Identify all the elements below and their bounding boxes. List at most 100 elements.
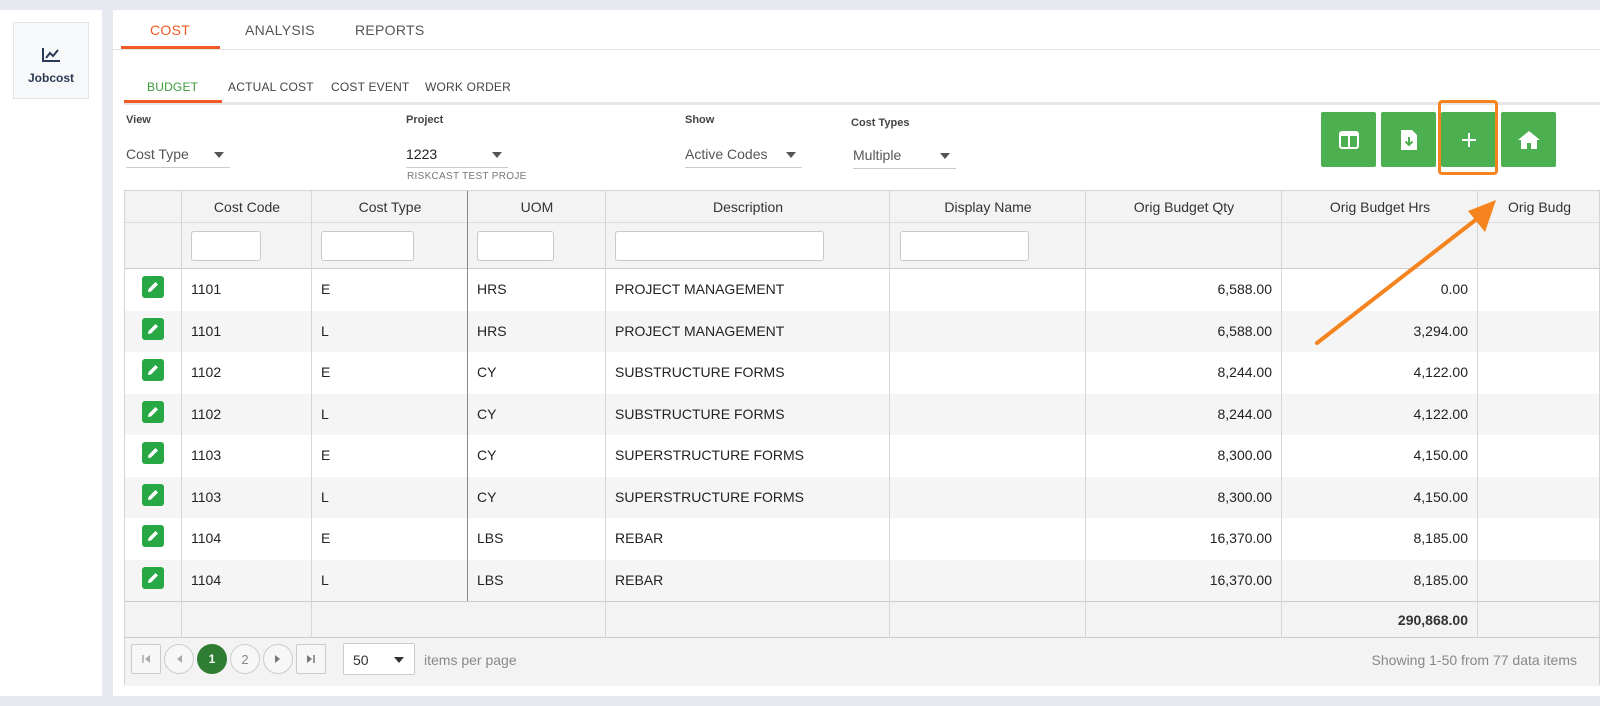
show-value: Active Codes [685, 146, 768, 162]
edit-row-button[interactable] [142, 566, 164, 589]
cost-type-cell: E [321, 364, 331, 380]
orig-budget-qty-cell: 16,370.00 [1209, 530, 1272, 546]
col-divider [1085, 191, 1086, 638]
pencil-icon [148, 531, 158, 541]
cost-code-cell: 1101 [191, 322, 222, 339]
pencil-icon [148, 406, 158, 417]
col-display-name[interactable]: Display Name [890, 191, 1086, 223]
orig-budget-qty-cell: 8,300.00 [1217, 488, 1273, 505]
home-button[interactable] [1501, 112, 1556, 167]
cost-code-cell: 1104 [191, 530, 222, 546]
col-cost-code[interactable]: Cost Code [182, 191, 312, 223]
top-tabs: COST ANALYSIS REPORTS [113, 10, 1600, 50]
cost-type-cell: L [321, 322, 329, 339]
col-orig-budget-qty[interactable]: Orig Budget Qty [1086, 191, 1282, 223]
edit-row-button[interactable] [142, 483, 164, 506]
description-cell: REBAR [615, 530, 664, 546]
pencil-icon [148, 323, 158, 334]
cost-code-cell: 1104 [191, 571, 222, 588]
pencil-icon [148, 448, 158, 458]
col-divider [311, 191, 312, 638]
display-name-cell [900, 311, 1080, 352]
display-name-cell [900, 394, 1080, 435]
last-page-button[interactable] [296, 644, 326, 674]
col-cost-type[interactable]: Cost Type [312, 191, 468, 223]
cost-code-cell: 1102 [191, 405, 222, 422]
project-dropdown[interactable]: 1223 [406, 138, 508, 168]
page-size-select[interactable]: 50 [343, 643, 415, 675]
col-description[interactable]: Description [606, 191, 890, 223]
table-row: 1101 L HRS PROJECT MANAGEMENT 6,588.00 3,294.… [125, 310, 1599, 352]
show-dropdown[interactable]: Active Codes [685, 138, 802, 168]
display-name-filter-input[interactable] [900, 231, 1029, 261]
chevron-down-icon [492, 152, 502, 158]
table-row: 1102 E CY SUBSTRUCTURE FORMS 8,244.00 4,122.0… [125, 352, 1599, 393]
cost-types-value: Multiple [853, 147, 902, 163]
orig-budget-hrs-cell: 3,294.00 [1413, 322, 1469, 339]
uom-cell: HRS [477, 281, 507, 297]
col-uom[interactable]: UOM [468, 191, 606, 223]
edit-row-button[interactable] [142, 317, 164, 340]
col-divider [181, 191, 182, 638]
subtab-actual-cost[interactable]: ACTUAL COST [228, 80, 314, 94]
edit-row-button[interactable] [142, 276, 164, 298]
description-cell: PROJECT MANAGEMENT [615, 281, 785, 297]
edit-row-button[interactable] [142, 525, 164, 547]
items-per-page-label: items per page [424, 652, 517, 668]
subtab-work-order[interactable]: WORK ORDER [425, 80, 511, 94]
project-label: Project [406, 114, 444, 126]
sidebar-item-label: Jobcost [27, 71, 74, 85]
next-page-icon [275, 655, 280, 663]
orig-budget-qty-cell: 8,244.00 [1217, 405, 1273, 422]
cost-type-cell: E [321, 530, 331, 546]
tab-analysis[interactable]: ANALYSIS [245, 22, 315, 38]
export-button[interactable] [1381, 112, 1436, 167]
prev-page-button[interactable] [164, 644, 194, 674]
col-orig-budget-hrs[interactable]: Orig Budget Hrs [1282, 191, 1478, 223]
sidebar-item-jobcost[interactable]: Jobcost [13, 22, 89, 99]
next-page-button[interactable] [263, 644, 293, 674]
description-filter-input[interactable] [615, 231, 824, 261]
sidebar: Jobcost [0, 10, 102, 696]
pencil-icon [148, 489, 158, 500]
edit-row-button[interactable] [142, 400, 164, 423]
cost-type-filter-input[interactable] [321, 231, 414, 261]
file-download-icon [1400, 129, 1417, 150]
edit-row-button[interactable] [142, 442, 164, 464]
grid-header: Cost Code Cost Type UOM Description Disp… [125, 191, 1599, 223]
first-page-button[interactable] [131, 644, 161, 674]
tab-reports[interactable]: REPORTS [355, 22, 425, 38]
col-divider [605, 191, 606, 638]
cost-code-cell: 1103 [191, 488, 222, 505]
columns-button[interactable] [1321, 112, 1376, 167]
cost-type-cell: L [321, 488, 329, 505]
view-label: View [126, 114, 151, 126]
subtab-divider [124, 102, 1600, 105]
display-name-cell [900, 352, 1080, 393]
uom-cell: LBS [477, 530, 504, 546]
cost-types-dropdown[interactable]: Multiple [853, 139, 956, 169]
col-divider [1281, 191, 1282, 638]
prev-page-icon [177, 655, 182, 663]
edit-row-button[interactable] [142, 359, 164, 381]
cost-code-filter-input[interactable] [191, 231, 261, 261]
tab-cost[interactable]: COST [150, 22, 190, 38]
subtab-budget[interactable]: BUDGET [147, 80, 198, 94]
table-row: 1101 E HRS PROJECT MANAGEMENT 6,588.00 0.00 [125, 269, 1599, 310]
pager: 1 2 50 items per page Showing 1-50 from … [125, 638, 1599, 686]
subtab-cost-event[interactable]: COST EVENT [331, 80, 409, 94]
view-dropdown[interactable]: Cost Type [126, 138, 230, 168]
cost-code-cell: 1101 [191, 281, 222, 297]
active-tab-indicator [121, 46, 220, 49]
table-row: 1103 E CY SUPERSTRUCTURE FORMS 8,300.00 4,150… [125, 435, 1599, 476]
uom-filter-input[interactable] [477, 231, 554, 261]
uom-cell: LBS [477, 571, 504, 588]
page-2-button[interactable]: 2 [230, 644, 260, 674]
page-1-button[interactable]: 1 [197, 644, 227, 674]
grid-totals-row: 290,868.00 [125, 601, 1599, 638]
display-name-cell [900, 518, 1080, 559]
description-cell: SUPERSTRUCTURE FORMS [615, 447, 805, 463]
col-orig-budget-cost[interactable]: Orig Budg [1478, 191, 1600, 223]
view-value: Cost Type [126, 146, 189, 162]
uom-cell: CY [477, 364, 497, 380]
